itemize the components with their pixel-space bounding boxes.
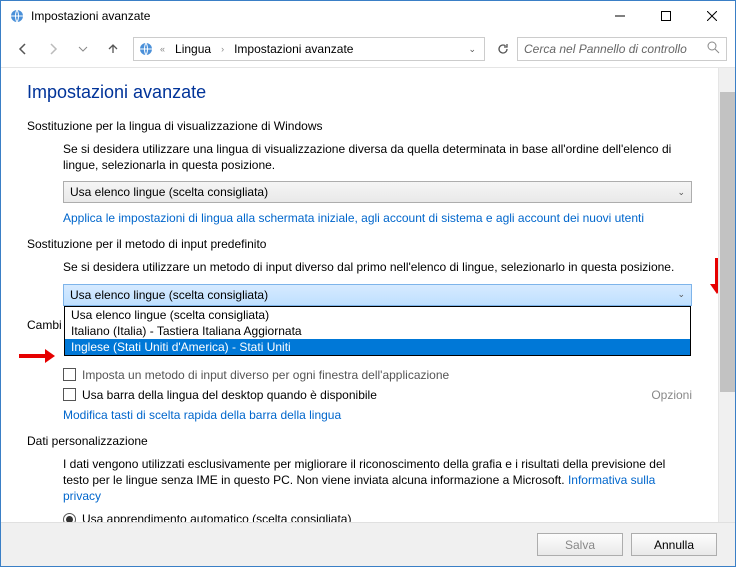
vertical-scrollbar[interactable] bbox=[718, 68, 735, 522]
input-method-dropdown: Usa elenco lingue (scelta consigliata) I… bbox=[64, 306, 691, 356]
close-button[interactable] bbox=[689, 1, 735, 31]
combo-value: Usa elenco lingue (scelta consigliata) bbox=[70, 288, 268, 302]
up-button[interactable] bbox=[99, 35, 127, 63]
cb2-label: Usa barra della lingua del desktop quand… bbox=[82, 388, 645, 402]
annotation-arrow-down bbox=[710, 258, 718, 294]
titlebar: Impostazioni avanzate bbox=[1, 1, 735, 31]
app-icon bbox=[9, 8, 25, 24]
section1-body: Se si desidera utilizzare una lingua di … bbox=[63, 141, 692, 173]
hotkeys-link[interactable]: Modifica tasti di scelta rapida della ba… bbox=[63, 408, 341, 422]
checkbox-icon[interactable] bbox=[63, 368, 76, 381]
radio-icon[interactable] bbox=[63, 513, 76, 522]
footer: Salva Annulla bbox=[1, 522, 735, 566]
save-button[interactable]: Salva bbox=[537, 533, 623, 556]
recent-dropdown-icon[interactable] bbox=[69, 35, 97, 63]
section4-body: I dati vengono utilizzati esclusivamente… bbox=[63, 456, 692, 505]
cancel-button[interactable]: Annulla bbox=[631, 533, 717, 556]
input-method-combo[interactable]: Usa elenco lingue (scelta consigliata) ⌄… bbox=[63, 284, 692, 306]
annotation-arrow-right bbox=[19, 349, 55, 363]
dropdown-option-italian[interactable]: Italiano (Italia) - Tastiera Italiana Ag… bbox=[65, 323, 690, 339]
section4-header: Dati personalizzazione bbox=[27, 434, 692, 448]
chevron-down-icon[interactable]: ⌄ bbox=[468, 44, 476, 55]
breadcrumb-current[interactable]: Impostazioni avanzate bbox=[230, 40, 357, 58]
combo-value: Usa elenco lingue (scelta consigliata) bbox=[70, 185, 268, 199]
display-language-combo[interactable]: Usa elenco lingue (scelta consigliata) ⌄ bbox=[63, 181, 692, 203]
breadcrumb-lingua[interactable]: Lingua bbox=[171, 40, 215, 58]
cb1-label: Imposta un metodo di input diverso per o… bbox=[82, 368, 449, 382]
navbar: « Lingua › Impostazioni avanzate ⌄ Cerca… bbox=[1, 31, 735, 67]
options-link[interactable]: Opzioni bbox=[651, 388, 692, 402]
cb-per-app-input[interactable]: Imposta un metodo di input diverso per o… bbox=[63, 368, 692, 382]
radio-auto-learn[interactable]: Usa apprendimento automatico (scelta con… bbox=[63, 512, 692, 522]
dropdown-option-english[interactable]: Inglese (Stati Uniti d'America) - Stati … bbox=[65, 339, 690, 355]
section1-header: Sostituzione per la lingua di visualizza… bbox=[27, 119, 692, 133]
section2-header: Sostituzione per il metodo di input pred… bbox=[27, 237, 692, 251]
refresh-button[interactable] bbox=[491, 37, 515, 61]
chevron-down-icon: ⌄ bbox=[677, 187, 685, 198]
chevron-down-icon: ⌄ bbox=[677, 289, 685, 300]
breadcrumb[interactable]: « Lingua › Impostazioni avanzate ⌄ bbox=[133, 37, 485, 61]
dropdown-option-default[interactable]: Usa elenco lingue (scelta consigliata) bbox=[65, 307, 690, 323]
chevron-right-icon: « bbox=[158, 44, 167, 54]
section2-body: Se si desidera utilizzare un metodo di i… bbox=[63, 259, 692, 275]
checkbox-icon[interactable] bbox=[63, 388, 76, 401]
content-area: Impostazioni avanzate Sostituzione per l… bbox=[1, 68, 718, 522]
back-button[interactable] bbox=[9, 35, 37, 63]
search-input[interactable]: Cerca nel Pannello di controllo bbox=[517, 37, 727, 61]
page-title: Impostazioni avanzate bbox=[27, 82, 692, 103]
cb-language-bar[interactable]: Usa barra della lingua del desktop quand… bbox=[63, 388, 692, 402]
radio1-label: Usa apprendimento automatico (scelta con… bbox=[82, 512, 351, 522]
forward-button[interactable] bbox=[39, 35, 67, 63]
globe-icon bbox=[138, 41, 154, 57]
search-icon bbox=[707, 41, 720, 57]
chevron-right-icon: › bbox=[219, 44, 226, 54]
scroll-thumb[interactable] bbox=[720, 92, 735, 392]
minimize-button[interactable] bbox=[597, 1, 643, 31]
window-title: Impostazioni avanzate bbox=[31, 9, 597, 23]
apply-settings-link[interactable]: Applica le impostazioni di lingua alla s… bbox=[63, 211, 644, 225]
search-placeholder: Cerca nel Pannello di controllo bbox=[524, 42, 707, 56]
maximize-button[interactable] bbox=[643, 1, 689, 31]
